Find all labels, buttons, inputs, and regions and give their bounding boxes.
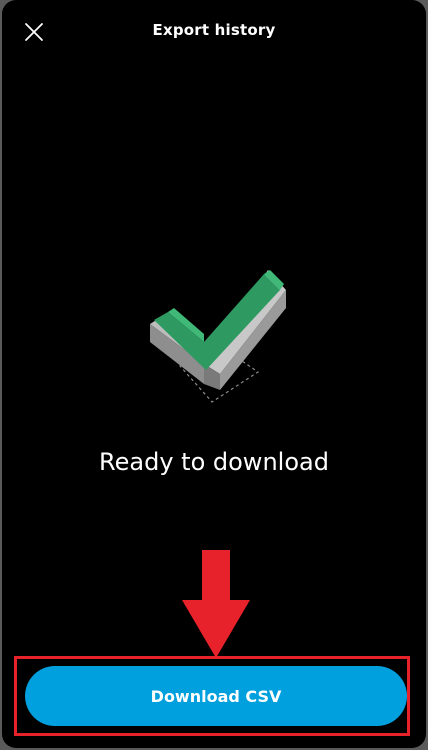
page-title: Export history bbox=[152, 21, 276, 39]
modal-header: Export history bbox=[2, 0, 426, 62]
checkmark-icon bbox=[150, 270, 286, 403]
arrow-down-icon bbox=[182, 550, 250, 658]
export-history-modal: Export history Ready to download Downloa… bbox=[2, 0, 426, 748]
download-csv-button[interactable]: Download CSV bbox=[25, 666, 407, 726]
status-text: Ready to download bbox=[99, 448, 329, 476]
